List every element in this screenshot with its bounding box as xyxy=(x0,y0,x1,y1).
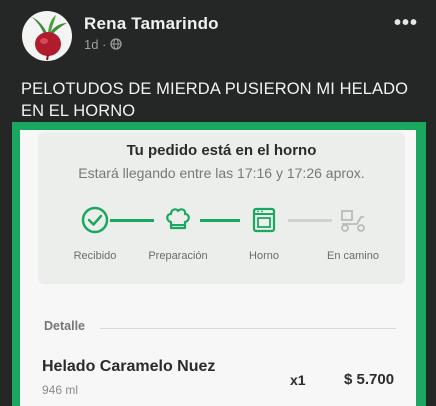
more-options-icon[interactable]: ••• xyxy=(394,12,418,35)
post-meta: 1d · xyxy=(84,37,122,52)
post-header: Rena Tamarindo 1d · ••• xyxy=(0,0,436,66)
avatar[interactable] xyxy=(22,11,72,61)
oven-icon xyxy=(252,207,276,233)
item-size: 946 ml xyxy=(42,383,79,397)
step-label-recibido: Recibido xyxy=(73,250,117,262)
check-circle-icon xyxy=(81,206,109,234)
post-time[interactable]: 1d xyxy=(84,37,98,52)
progress-line-3 xyxy=(288,219,332,222)
beet-icon xyxy=(32,15,67,61)
step-label-en-camino: En camino xyxy=(327,250,379,262)
detail-heading: Detalle xyxy=(44,319,85,333)
item-quantity: x1 xyxy=(290,372,306,388)
globe-icon xyxy=(110,38,122,50)
progress-line-2 xyxy=(200,219,240,222)
step-label-preparacion: Preparación xyxy=(148,250,208,262)
detail-divider xyxy=(100,328,396,329)
post-caption: PELOTUDOS DE MIERDA PUSIERON MI HELADO E… xyxy=(21,80,409,120)
status-title: Tu pedido está en el horno xyxy=(126,142,317,159)
status-eta: Estará llegando entre las 17:16 y 17:26 … xyxy=(78,165,365,181)
meta-separator: · xyxy=(102,37,107,52)
delivery-scooter-icon xyxy=(341,210,365,232)
item-price: $ 5.700 xyxy=(344,371,395,388)
author-name[interactable]: Rena Tamarindo xyxy=(84,14,219,34)
progress-line-1 xyxy=(110,219,154,222)
item-name: Helado Caramelo Nuez xyxy=(42,358,216,375)
step-label-horno: Horno xyxy=(249,250,279,262)
order-status-panel: Tu pedido está en el horno Estará llegan… xyxy=(38,132,405,284)
chef-hat-icon xyxy=(166,208,190,230)
facebook-post: Rena Tamarindo 1d · ••• PELOTUDOS DE MIE… xyxy=(0,0,436,406)
